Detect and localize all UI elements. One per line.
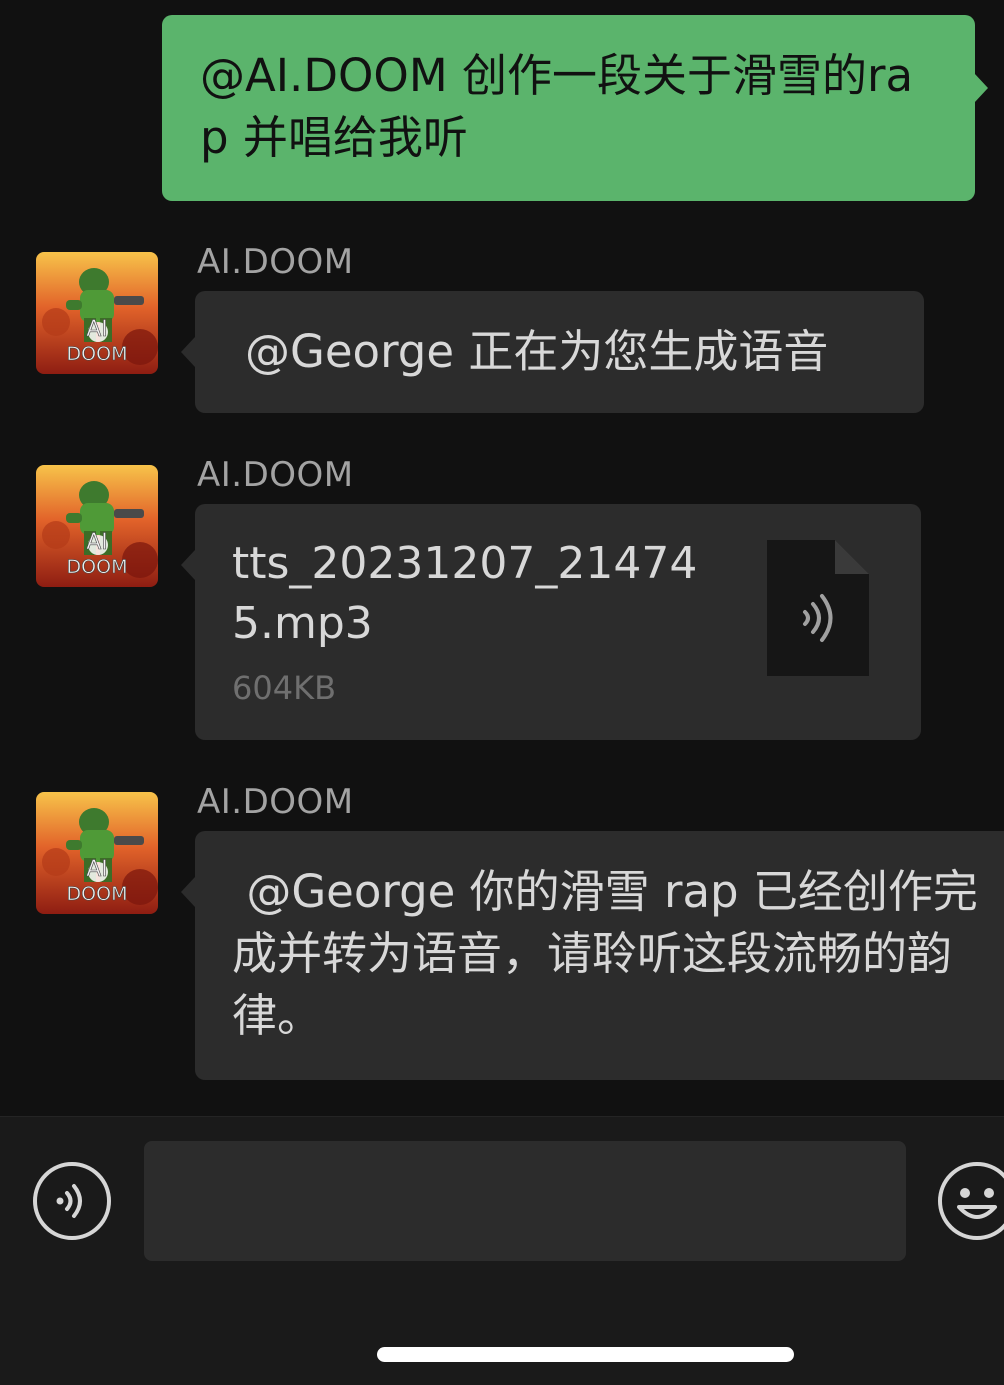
- audio-file-icon: [767, 540, 869, 676]
- sender-name: AI.DOOM: [197, 242, 354, 282]
- doom-avatar-image: AI DOOM: [36, 252, 158, 374]
- incoming-message-bubble[interactable]: @George 你的滑雪 rap 已经创作完成并转为语音，请聆听这段流畅的韵律。: [181, 831, 1004, 1080]
- bubble-tail: [181, 877, 195, 907]
- avatar-logo-ai: AI: [86, 857, 108, 882]
- file-size: 604KB: [232, 669, 337, 707]
- incoming-message-bubble[interactable]: @George 正在为您生成语音: [181, 291, 924, 413]
- bubble-tail: [181, 337, 195, 367]
- avatar-logo-doom: DOOM: [67, 556, 128, 578]
- bubble-tail: [181, 550, 195, 580]
- message-text: @George 正在为您生成语音: [245, 325, 829, 378]
- sender-avatar[interactable]: AI DOOM: [36, 792, 158, 914]
- emoji-icon[interactable]: [937, 1161, 1004, 1241]
- sender-name: AI.DOOM: [197, 782, 354, 822]
- avatar-logo-ai: AI: [86, 530, 108, 555]
- home-indicator: [377, 1347, 794, 1362]
- avatar-logo-ai: AI: [86, 317, 108, 342]
- outgoing-message-bubble[interactable]: @AI.DOOM 创作一段关于滑雪的rap 并唱给我听: [162, 15, 988, 201]
- chat-input-toolbar: [0, 1116, 1004, 1385]
- doom-avatar-image: AI DOOM: [36, 792, 158, 914]
- avatar-logo-doom: DOOM: [67, 883, 128, 905]
- voice-input-icon[interactable]: [32, 1161, 112, 1241]
- sender-avatar[interactable]: AI DOOM: [36, 465, 158, 587]
- message-text: @George 你的滑雪 rap 已经创作完成并转为语音，请聆听这段流畅的韵律。: [232, 865, 978, 1042]
- sender-avatar[interactable]: AI DOOM: [36, 252, 158, 374]
- sender-name: AI.DOOM: [197, 455, 354, 495]
- doom-avatar-image: AI DOOM: [36, 465, 158, 587]
- message-text: @AI.DOOM 创作一段关于滑雪的rap 并唱给我听: [200, 49, 914, 164]
- file-message-bubble[interactable]: tts_20231207_214745.mp3 604KB: [181, 504, 921, 740]
- avatar-logo-doom: DOOM: [67, 343, 128, 365]
- message-input[interactable]: [144, 1141, 906, 1261]
- chat-message-list[interactable]: @AI.DOOM 创作一段关于滑雪的rap 并唱给我听 AI DOOM AI.D…: [0, 0, 1004, 1116]
- bubble-tail: [974, 73, 988, 103]
- file-name: tts_20231207_214745.mp3: [232, 538, 698, 649]
